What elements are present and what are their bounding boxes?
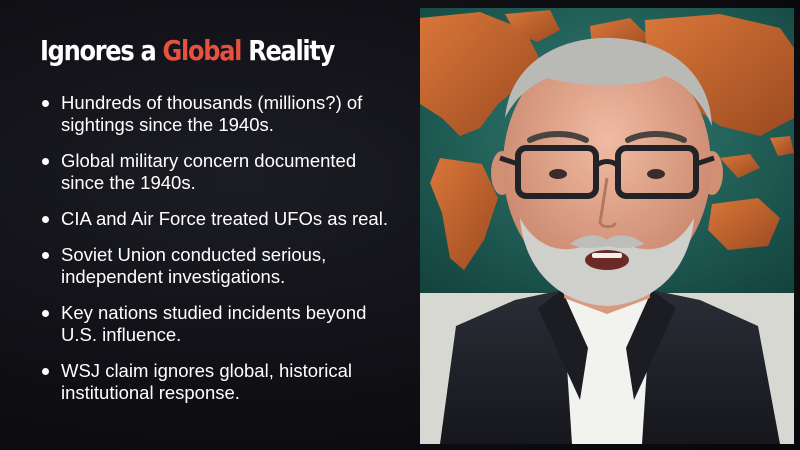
bullet-text: WSJ claim ignores global, historical ins… [61, 360, 352, 403]
bullet-list: Hundreds of thousands (millions?) of sig… [40, 92, 400, 418]
bullet-text: Global military concern documented since… [61, 150, 357, 193]
bullet-item: CIA and Air Force treated UFOs as real. [40, 208, 400, 230]
title-text-after: Reality [241, 34, 335, 67]
bullet-text: Hundreds of thousands (millions?) of sig… [61, 92, 363, 135]
slide-title: Ignores a Global Reality [40, 34, 335, 67]
bullet-dot-icon [42, 310, 49, 317]
bullet-dot-icon [42, 368, 49, 375]
bullet-item: Key nations studied incidents beyond U.S… [40, 302, 400, 346]
title-text-before: Ignores a [40, 34, 163, 67]
bullet-item: WSJ claim ignores global, historical ins… [40, 360, 400, 404]
title-accent-word: Global [162, 34, 243, 67]
bullet-dot-icon [42, 252, 49, 259]
speaker-video-illustration [420, 8, 794, 444]
bullet-dot-icon [42, 158, 49, 165]
bullet-item: Soviet Union conducted serious, independ… [40, 244, 400, 288]
presentation-slide: Ignores a Global Reality Hundreds of tho… [0, 0, 800, 450]
bullet-text: Key nations studied incidents beyond U.S… [61, 302, 367, 345]
bullet-text: CIA and Air Force treated UFOs as real. [61, 208, 388, 229]
bullet-dot-icon [42, 216, 49, 223]
bullet-item: Global military concern documented since… [40, 150, 400, 194]
bullet-dot-icon [42, 100, 49, 107]
bullet-text: Soviet Union conducted serious, independ… [61, 244, 327, 287]
speaker-video-frame [420, 8, 794, 444]
bullet-item: Hundreds of thousands (millions?) of sig… [40, 92, 400, 136]
